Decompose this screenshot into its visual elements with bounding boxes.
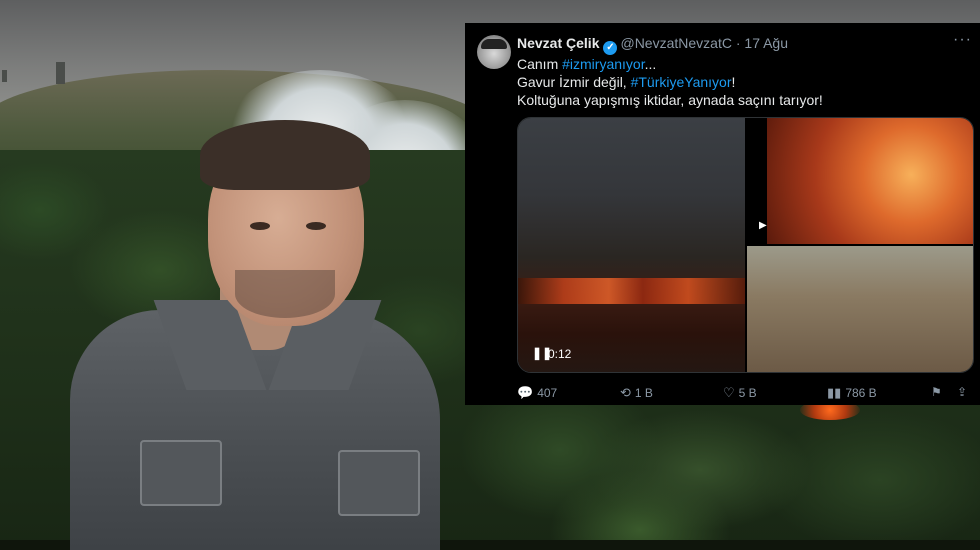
tweet-card[interactable]: Nevzat Çelik ✓ @NevzatNevzatC · 17 Ağu ···…	[465, 23, 980, 405]
retweet-button[interactable]: ⟲ 1 B	[620, 385, 653, 401]
media-divider	[747, 244, 973, 246]
portrait-person	[40, 120, 440, 550]
media-grid[interactable]: ▶ ❚❚ 0:12	[517, 117, 974, 373]
reply-count: 407	[537, 386, 558, 400]
stubble	[235, 270, 335, 318]
tweet-line-2: Gavur İzmir değil, #TürkiyeYanıyor!	[517, 73, 823, 91]
tweet-date[interactable]: 17 Ağu	[744, 35, 788, 51]
reply-button[interactable]: 💬 407	[517, 385, 557, 401]
retweet-count: 1 B	[634, 386, 653, 400]
fire-line	[518, 278, 745, 304]
eye-left	[250, 222, 270, 230]
play-icon[interactable]: ▶	[759, 220, 767, 231]
video-night-fire[interactable]	[518, 118, 745, 372]
photo-people-sitting[interactable]	[747, 246, 973, 372]
hill-tower	[56, 62, 65, 84]
bookmark-icon[interactable]: ⚑	[931, 385, 942, 399]
heart-icon: ♡	[723, 385, 735, 400]
author-handle[interactable]: @NevzatNevzatC	[620, 35, 731, 51]
media-divider	[745, 244, 747, 372]
tweet-text: Canım #izmiryanıyor... Gavur İzmir değil…	[517, 55, 823, 109]
more-icon[interactable]: ···	[953, 31, 972, 49]
line2-prefix: Gavur İzmir değil,	[517, 74, 631, 90]
views-count: 786 B	[845, 386, 877, 400]
tweet-line-1: Canım #izmiryanıyor...	[517, 55, 823, 73]
line1-prefix: Canım	[517, 56, 563, 72]
tweet-actions: 💬 407 ⟲ 1 B ♡ 5 B ▮▮ 786 B ⚑ ⇪	[517, 385, 972, 403]
avatar-hat	[481, 39, 507, 49]
like-button[interactable]: ♡ 5 B	[723, 385, 757, 401]
eye-right	[306, 222, 326, 230]
hashtag-turkiyeyaniyor[interactable]: #TürkiyeYanıyor	[631, 74, 732, 90]
retweet-icon: ⟲	[620, 385, 631, 400]
views-chart-icon: ▮▮	[827, 385, 842, 400]
line2-suffix: !	[731, 74, 736, 90]
line1-suffix: ...	[644, 56, 657, 72]
hashtag-izmiryaniyor[interactable]: #izmiryanıyor	[562, 56, 644, 72]
avatar[interactable]	[477, 35, 511, 69]
jacket-pocket-right	[338, 450, 420, 516]
reply-icon: 💬	[517, 385, 534, 400]
header-separator: ·	[735, 35, 741, 51]
tweet-line-3: Koltuğuna yapışmış iktidar, aynada saçın…	[517, 92, 823, 108]
tweet-header: Nevzat Çelik ✓ @NevzatNevzatC · 17 Ağu	[517, 35, 788, 55]
verified-icon: ✓	[603, 41, 618, 55]
share-icon[interactable]: ⇪	[957, 385, 967, 399]
hair	[200, 120, 370, 190]
hill-tower-small	[2, 70, 7, 82]
jacket-pocket-left	[140, 440, 222, 506]
like-count: 5 B	[738, 386, 757, 400]
views-button[interactable]: ▮▮ 786 B	[827, 385, 877, 401]
video-orange-street[interactable]	[767, 118, 973, 244]
author-name[interactable]: Nevzat Çelik	[517, 35, 599, 51]
video-duration: 0:12	[548, 347, 572, 361]
